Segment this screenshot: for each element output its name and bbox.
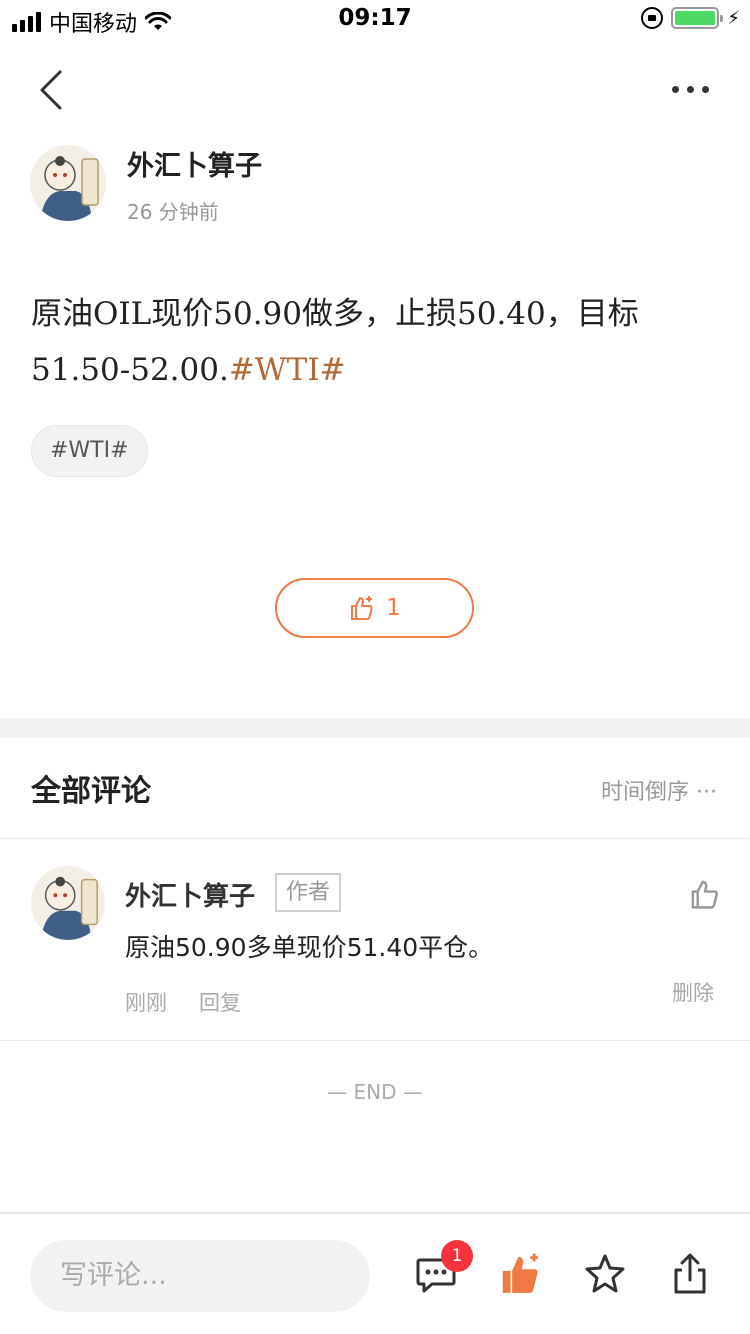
back-button[interactable] [36, 68, 76, 112]
delete-button[interactable]: 删除 [672, 977, 714, 1007]
share-icon [674, 1253, 706, 1294]
thumbs-up-plus-icon [351, 596, 373, 620]
reply-button[interactable]: 回复 [199, 987, 241, 1017]
comment-like-button[interactable] [688, 877, 722, 911]
post-time: 26 分钟前 [127, 200, 219, 224]
comment-text: 原油50.90多单现价51.40平仓。 [125, 933, 494, 962]
post-like-button[interactable]: 1 [275, 578, 474, 638]
author-name[interactable]: 外汇卜算子 [127, 144, 262, 183]
more-dot-icon [687, 85, 694, 93]
rotation-lock-icon [641, 7, 664, 29]
comment-time: 刚刚 [125, 991, 167, 1015]
status-right: ⚡ [641, 7, 740, 29]
comments-title: 全部评论 [31, 774, 151, 809]
more-options-button[interactable] [672, 78, 722, 100]
avatar-illustration [31, 866, 105, 940]
share-button[interactable] [668, 1252, 712, 1296]
more-dot-icon [702, 85, 709, 93]
thumbs-up-filled-icon [502, 1253, 539, 1293]
author-badge: 作者 [275, 873, 342, 912]
status-time: 09:17 [338, 5, 412, 31]
post-text: 原油OIL现价50.90做多，止损50.40，目标51.50-52.00.#WT… [31, 286, 711, 398]
avatar-illustration [30, 145, 106, 221]
comment-author[interactable]: 外汇卜算子 [125, 876, 255, 913]
battery-icon [671, 7, 724, 29]
thumbs-up-icon [691, 880, 718, 909]
star-icon [585, 1254, 625, 1293]
section-separator [0, 718, 750, 738]
comment-count-badge: 1 [441, 1240, 473, 1272]
comment-input[interactable]: 写评论... [30, 1240, 370, 1312]
post-hashtag-link[interactable]: #WTI# [229, 352, 346, 388]
chevron-left-icon [40, 70, 62, 110]
favorite-button[interactable] [583, 1252, 627, 1296]
status-bar: 中国移动 09:17 ⚡ [0, 0, 750, 40]
like-count: 1 [386, 595, 401, 621]
end-marker: — END — [327, 1080, 423, 1104]
topic-tag[interactable]: #WTI# [31, 425, 148, 477]
author-avatar[interactable] [30, 145, 106, 221]
commenter-avatar[interactable] [31, 866, 105, 940]
divider [0, 1040, 750, 1041]
sort-order-button[interactable]: 时间倒序 ··· [601, 774, 717, 806]
divider [0, 838, 750, 839]
more-dot-icon [672, 85, 679, 93]
bottom-toolbar: 写评论... [0, 1212, 750, 1334]
charging-icon: ⚡ [727, 7, 740, 29]
toolbar-like-button[interactable] [498, 1252, 542, 1296]
